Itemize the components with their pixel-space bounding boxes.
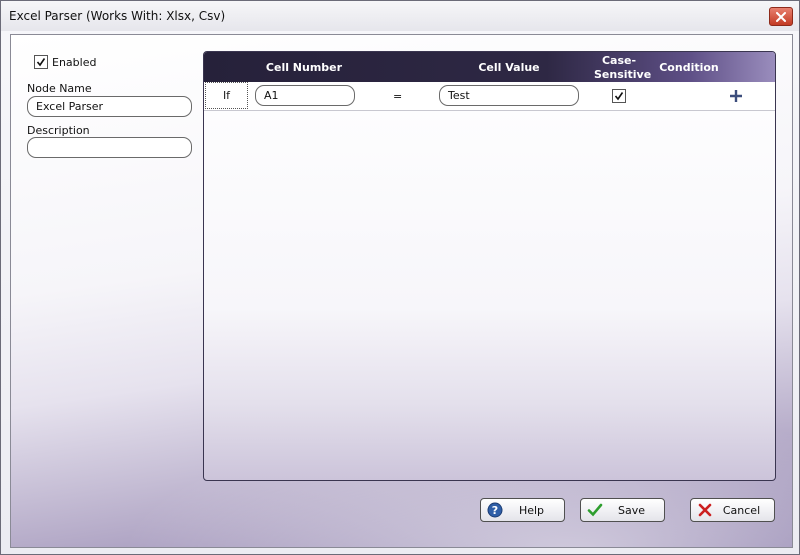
save-button[interactable]: Save (580, 498, 665, 522)
title-bar: Excel Parser (Works With: Xlsx, Csv) (1, 1, 799, 31)
equals-operator: = (393, 90, 403, 103)
header-cell-value: Cell Value (478, 61, 540, 74)
window-title: Excel Parser (Works With: Xlsx, Csv) (9, 9, 226, 23)
save-label: Save (617, 503, 645, 517)
condition-row: If A1 = Test (204, 82, 775, 111)
cancel-label: Cancel (722, 503, 761, 517)
add-condition-button[interactable] (728, 88, 744, 104)
content-panel: Enabled Node Name Excel Parser Descripti… (10, 34, 793, 548)
node-name-label: Node Name (27, 82, 92, 95)
plus-icon (730, 90, 742, 102)
close-icon (776, 11, 786, 22)
checkmark-icon (614, 92, 624, 101)
enabled-checkbox[interactable] (34, 55, 48, 69)
cell-value-input[interactable]: Test (439, 85, 579, 106)
grid-header: Cell Number Cell Value Case-Sensitive Co… (204, 52, 775, 82)
close-button[interactable] (769, 7, 793, 26)
case-sensitive-checkbox[interactable] (612, 89, 626, 103)
cancel-button[interactable]: Cancel (690, 498, 775, 522)
header-case-sensitive: Case-Sensitive (594, 54, 652, 81)
header-cell-number: Cell Number (265, 61, 343, 74)
description-field[interactable] (27, 137, 192, 158)
node-name-field[interactable]: Excel Parser (27, 96, 192, 117)
cell-number-input[interactable]: A1 (255, 85, 355, 106)
help-button[interactable]: ? Help (480, 498, 565, 522)
description-label: Description (27, 124, 90, 137)
enabled-label: Enabled (52, 56, 97, 69)
condition-grid: Cell Number Cell Value Case-Sensitive Co… (203, 51, 776, 481)
dialog-window: Excel Parser (Works With: Xlsx, Csv) Ena… (0, 0, 800, 555)
checkmark-icon (36, 58, 46, 67)
header-condition: Condition (659, 61, 719, 74)
if-cell: If (205, 82, 248, 109)
help-label: Help (518, 503, 545, 517)
